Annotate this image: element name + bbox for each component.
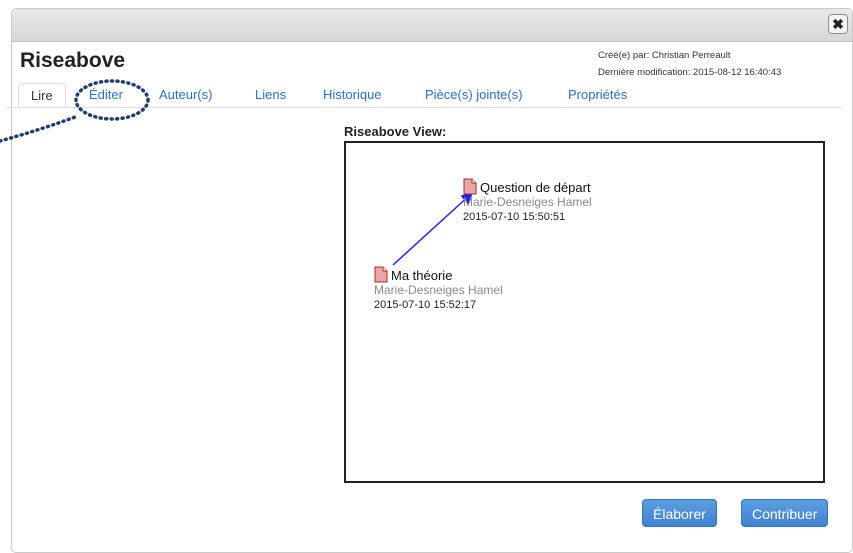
close-button[interactable]: ✖ [828, 14, 848, 34]
window-titlebar[interactable]: ✖ [12, 9, 852, 42]
last-modified-text: Dernière modification: 2015-08-12 16:40:… [598, 67, 782, 78]
riseabove-view-canvas[interactable]: Question de départ Marie-Desneiges Hamel… [344, 141, 825, 483]
document-icon [463, 178, 477, 195]
note-author: Marie-Desneiges Hamel [463, 195, 592, 209]
note-date: 2015-07-10 15:52:17 [374, 299, 477, 311]
tab-bar: Lire Éditer Auteur(s) Liens Historique P… [7, 83, 841, 108]
tab-proprietes[interactable]: Propriétés [568, 83, 627, 107]
contribute-button[interactable]: Contribuer [741, 499, 829, 527]
tab-liens[interactable]: Liens [255, 83, 286, 107]
note-metadata: Créé(e) par: Christian Perreault Dernièr… [598, 47, 781, 81]
riseabove-view-label: Riseabove View: [344, 124, 447, 139]
tab-lire[interactable]: Lire [18, 83, 66, 107]
note-title: Question de départ [480, 180, 591, 195]
tab-pieces-jointes[interactable]: Pièce(s) jointe(s) [425, 83, 523, 107]
page-title: Riseabove [20, 49, 126, 72]
view-note-question[interactable]: Question de départ Marie-Desneiges Hamel… [463, 178, 592, 224]
note-title: Ma théorie [391, 268, 453, 283]
tab-historique[interactable]: Historique [323, 83, 382, 107]
tab-auteurs[interactable]: Auteur(s) [159, 83, 212, 107]
note-link-arrow [392, 191, 474, 266]
elaborate-button[interactable]: Élaborer [642, 499, 717, 527]
close-icon: ✖ [832, 16, 844, 32]
view-note-theorie[interactable]: Ma théorie Marie-Desneiges Hamel 2015-07… [374, 266, 503, 312]
note-author: Marie-Desneiges Hamel [374, 283, 503, 297]
created-by-text: Créé(e) par: Christian Perreault [598, 50, 731, 61]
tab-editer[interactable]: Éditer [89, 83, 123, 107]
document-icon [374, 266, 388, 283]
note-date: 2015-07-10 15:50:51 [463, 211, 566, 223]
